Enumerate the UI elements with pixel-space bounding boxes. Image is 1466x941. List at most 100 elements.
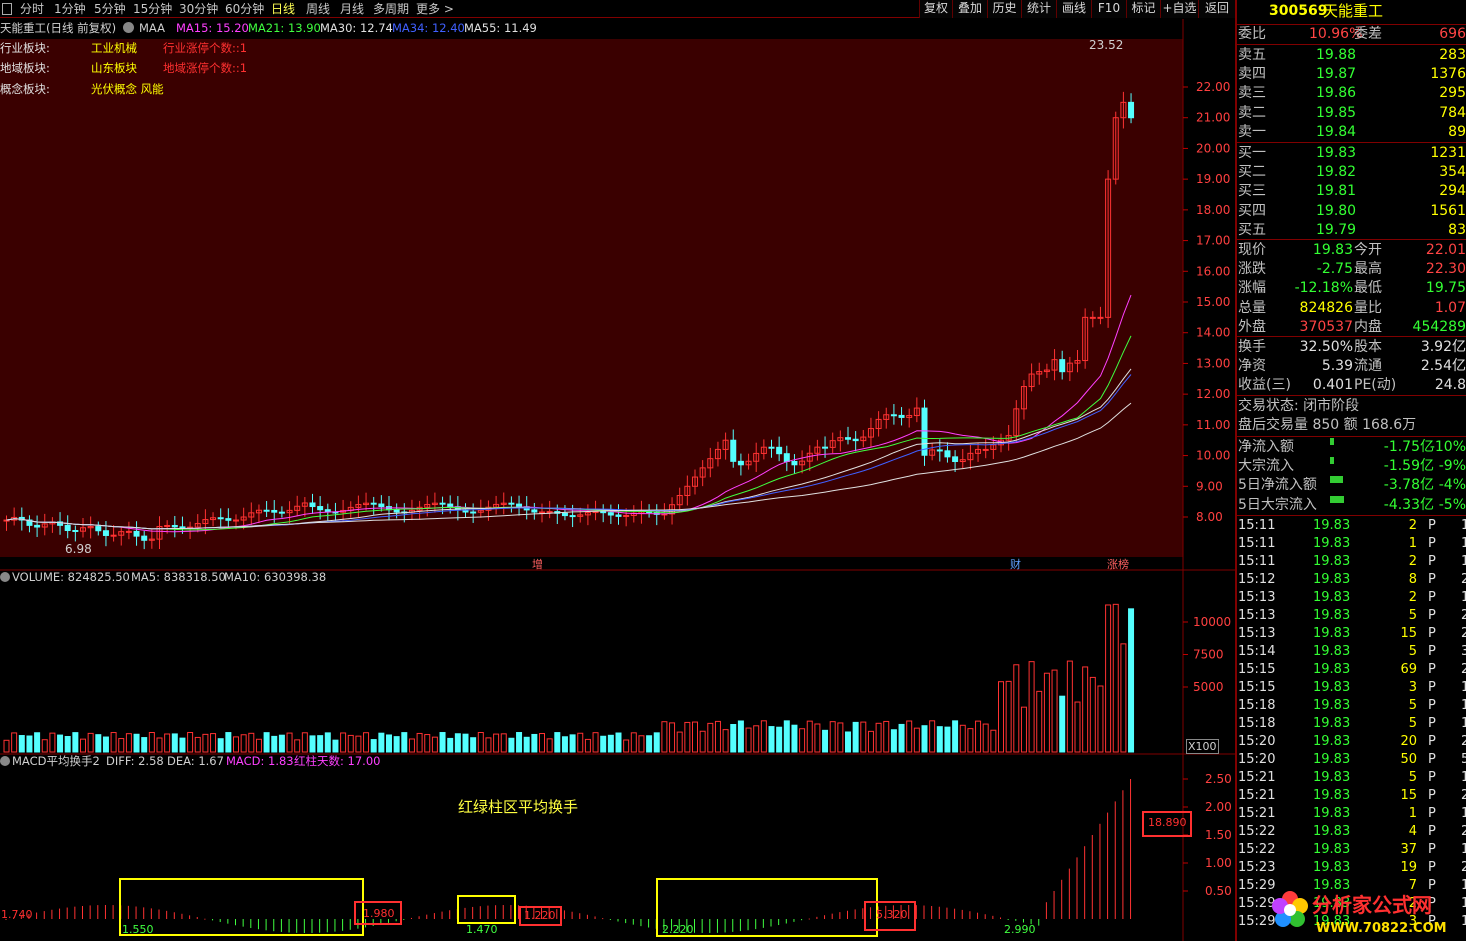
volume-bar	[363, 732, 370, 753]
toolbar-button[interactable]: 返回	[1198, 0, 1235, 18]
sector-label: 地域板块:	[0, 61, 50, 75]
volume-bar	[424, 734, 431, 753]
indicator-toggle-icon[interactable]	[123, 22, 134, 33]
volume-bar	[531, 733, 538, 753]
event-marker[interactable]: 增	[532, 556, 543, 572]
volume-bar	[233, 736, 239, 753]
period-tab[interactable]: 周线	[306, 1, 330, 17]
tick-row: 15:2119.835P1	[1238, 770, 1466, 785]
chart-area[interactable]: 22.00 21.00 20.00 19.00 18.00 17.00 16.00 15.00…	[0, 19, 1235, 941]
candle-body	[898, 414, 905, 418]
toolbar-button[interactable]: F10	[1091, 0, 1126, 18]
period-tab[interactable]: 5分钟	[94, 1, 126, 17]
quote-stat-row: 现价 19.83 今开 22.01	[1238, 242, 1466, 258]
candle-body	[1128, 101, 1135, 119]
sector-label: 概念板块:	[0, 82, 50, 96]
event-marker[interactable]: 涨榜	[1107, 556, 1129, 572]
volume-bar	[301, 732, 308, 753]
candle-body	[768, 446, 775, 449]
candle-body	[370, 502, 377, 505]
volume-bar	[1005, 680, 1012, 753]
candle-body	[102, 530, 109, 536]
volume-bar	[80, 738, 86, 753]
stock-header: 300569 天能重工	[1237, 2, 1466, 22]
toolbar-button[interactable]: +自选	[1160, 0, 1198, 18]
volume-bar	[95, 734, 102, 753]
period-tab[interactable]: 分时	[20, 1, 44, 17]
volume-bar	[462, 733, 469, 753]
period-tab[interactable]: 60分钟	[225, 1, 264, 17]
box-value-label: 1.470	[466, 923, 498, 936]
candle-body	[982, 448, 989, 451]
volume-bar	[187, 732, 194, 753]
candle-body	[852, 438, 859, 442]
toolbar-button[interactable]: 复权	[919, 0, 952, 18]
volume-bar	[171, 733, 178, 753]
sector-extra: 地域涨停个数::1	[163, 61, 248, 75]
volume-toggle-icon[interactable]	[0, 572, 10, 582]
quote-stat-row: 总量 824826 量比 1.07	[1238, 299, 1466, 316]
volume-bar	[845, 731, 851, 753]
tick-row: 15:1519.833P1	[1238, 680, 1466, 695]
volume-bar	[776, 726, 783, 753]
candle-body	[936, 449, 943, 452]
tick-row: 15:1119.832P1	[1238, 518, 1466, 533]
volume-bar	[829, 721, 836, 753]
money-flow-row: 净流入额 -1.75亿 -10%	[1238, 438, 1466, 455]
toolbar-button[interactable]: 历史	[987, 0, 1021, 18]
volume-bar	[133, 733, 140, 753]
candle-body	[730, 439, 737, 462]
chart-canvas[interactable]: 22.00 21.00 20.00 19.00 18.00 17.00 16.00 15.00…	[0, 19, 1235, 941]
volume-bar	[646, 735, 653, 753]
volume-bar	[271, 735, 278, 753]
sector-value: 山东板块	[91, 61, 137, 75]
tick-row: 15:1819.835P1	[1238, 698, 1466, 713]
period-tab-more[interactable]: 更多 >	[416, 1, 454, 17]
stock-name: 天能重工	[1323, 2, 1384, 20]
volume-bar	[240, 734, 247, 753]
box-value-label: 2.990	[1004, 923, 1036, 936]
money-flow-row: 大宗流入 -1.59亿 -9%	[1238, 457, 1466, 475]
volume-legend: VOLUME: 824825.50	[12, 570, 130, 584]
period-tab[interactable]: 30分钟	[179, 1, 218, 17]
toolbar-button[interactable]: 画线	[1056, 0, 1091, 18]
volume-bar	[164, 733, 171, 753]
period-tab[interactable]: 多周期	[373, 1, 409, 17]
volume-bar	[508, 737, 515, 753]
y-tick-label: 16.00	[1196, 264, 1230, 278]
volume-bar	[982, 723, 989, 753]
volume-bar	[34, 732, 41, 753]
volume-bar	[278, 734, 285, 753]
quote-stat-row: 净资 5.39 流通 2.54亿	[1238, 358, 1466, 375]
volume-bar	[378, 732, 385, 753]
sector-label: 行业板块:	[0, 41, 50, 55]
volume-bar	[1066, 660, 1073, 753]
macd-title-note: 红绿柱区平均换手	[458, 798, 579, 816]
box-value-label: 2.220	[662, 923, 694, 936]
candle-body	[271, 509, 278, 513]
toolbar-button[interactable]: 叠加	[952, 0, 987, 18]
macd-toggle-icon[interactable]	[0, 756, 10, 766]
period-tab[interactable]: 15分钟	[133, 1, 172, 17]
volume-bar	[179, 737, 186, 753]
volume-bar	[1036, 690, 1043, 753]
volume-bar	[998, 681, 1004, 753]
volume-bar	[11, 732, 18, 753]
period-tab[interactable]: 月线	[340, 1, 364, 17]
y-tick-label: 21.00	[1196, 111, 1230, 125]
volume-bar	[607, 734, 614, 753]
toolbar-button[interactable]: 统计	[1021, 0, 1056, 18]
indicator-name: MAA	[139, 21, 165, 35]
period-tab-active[interactable]: 日线	[271, 1, 295, 17]
volume-bar	[760, 720, 767, 753]
volume-bar	[753, 725, 760, 753]
money-flow-row: 5日净流入额 -3.78亿 -4%	[1238, 476, 1466, 494]
volume-bar	[890, 729, 897, 753]
toolbar-button[interactable]: 标记	[1126, 0, 1160, 18]
event-marker[interactable]: 财	[1010, 556, 1021, 572]
volume-bar	[294, 739, 301, 753]
ma-legend: MA55: 11.49	[464, 21, 537, 35]
period-tab[interactable]: 1分钟	[54, 1, 86, 17]
box-value-label: 1.980	[363, 907, 395, 920]
toolbar-menu-icon[interactable]	[2, 3, 12, 15]
